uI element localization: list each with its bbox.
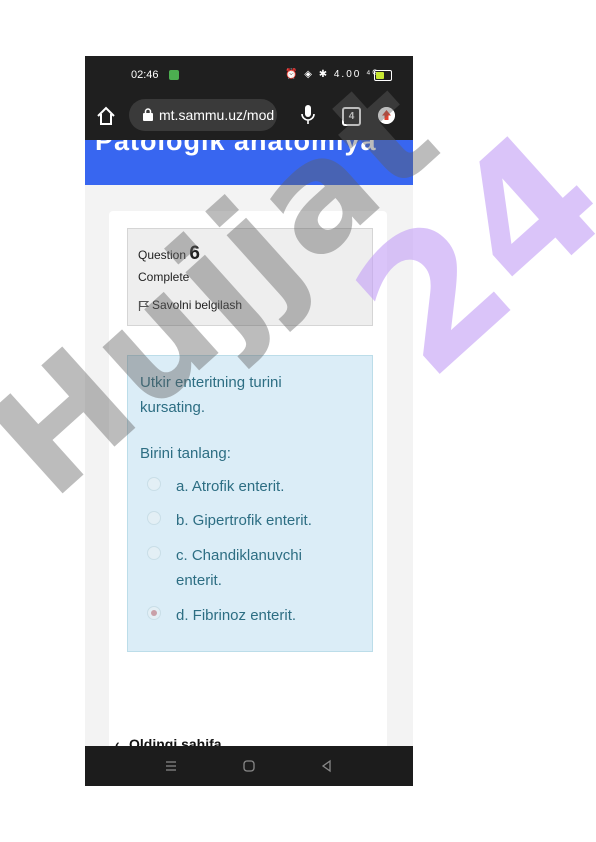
question-info: Question 6 Complete Savolni belgilash bbox=[127, 228, 373, 326]
site-title: Patologik anatomiya bbox=[95, 140, 377, 156]
flag-icon bbox=[138, 301, 149, 311]
answer-prompt: Birini tanlang: bbox=[140, 445, 231, 462]
question-number: Question 6 bbox=[138, 243, 200, 265]
answer-label: d. Fibrinoz enterit. bbox=[176, 607, 297, 624]
question-state: Complete bbox=[138, 270, 190, 284]
address-bar[interactable]: mt.sammu.uz/mod/ bbox=[129, 99, 277, 131]
system-nav-bar bbox=[85, 746, 413, 786]
question-text: Utkir enteritning turini kursating. bbox=[140, 374, 282, 416]
radio-button-selected[interactable] bbox=[147, 606, 161, 620]
status-bar: 02:46 ⏰ ◈ ✱ 4.00 ⁴ᴳ bbox=[85, 56, 413, 96]
mic-icon[interactable] bbox=[301, 105, 315, 125]
home-icon[interactable] bbox=[95, 105, 117, 127]
battery-level bbox=[376, 72, 384, 79]
answer-label: b. Gipertrofik enterit. bbox=[176, 512, 312, 529]
question-number-value: 6 bbox=[189, 243, 200, 264]
url-text: mt.sammu.uz/mod/ bbox=[159, 107, 274, 123]
browser-toolbar: mt.sammu.uz/mod/ 4 bbox=[85, 96, 413, 140]
answer-label: c. Chandiklanuvchi enterit. bbox=[176, 547, 302, 589]
question-label: Question bbox=[138, 248, 187, 262]
status-icons: ⏰ ◈ ✱ 4.00 ⁴ᴳ bbox=[285, 69, 380, 80]
battery-icon bbox=[374, 70, 392, 81]
question-formulation: Utkir enteritning turini kursating. Biri… bbox=[127, 355, 373, 652]
radio-button[interactable] bbox=[147, 546, 161, 560]
flag-label: Savolni belgilash bbox=[152, 298, 243, 312]
app-notification-icon bbox=[169, 70, 179, 80]
status-time: 02:46 bbox=[131, 69, 159, 81]
recents-menu-icon[interactable] bbox=[163, 758, 179, 774]
site-header: Patologik anatomiya bbox=[85, 140, 413, 185]
radio-button[interactable] bbox=[147, 511, 161, 525]
flag-question-link[interactable]: Savolni belgilash bbox=[138, 298, 242, 312]
radio-button[interactable] bbox=[147, 477, 161, 491]
lock-icon bbox=[143, 108, 153, 121]
tabs-count-button[interactable]: 4 bbox=[342, 107, 361, 126]
answer-label: a. Atrofik enterit. bbox=[176, 478, 285, 495]
phone-screen: 02:46 ⏰ ◈ ✱ 4.00 ⁴ᴳ mt.sammu.uz/mod/ 4 P… bbox=[85, 56, 413, 786]
back-icon[interactable] bbox=[319, 758, 335, 774]
home-button-icon[interactable] bbox=[241, 758, 257, 774]
menu-up-icon[interactable] bbox=[378, 107, 395, 124]
